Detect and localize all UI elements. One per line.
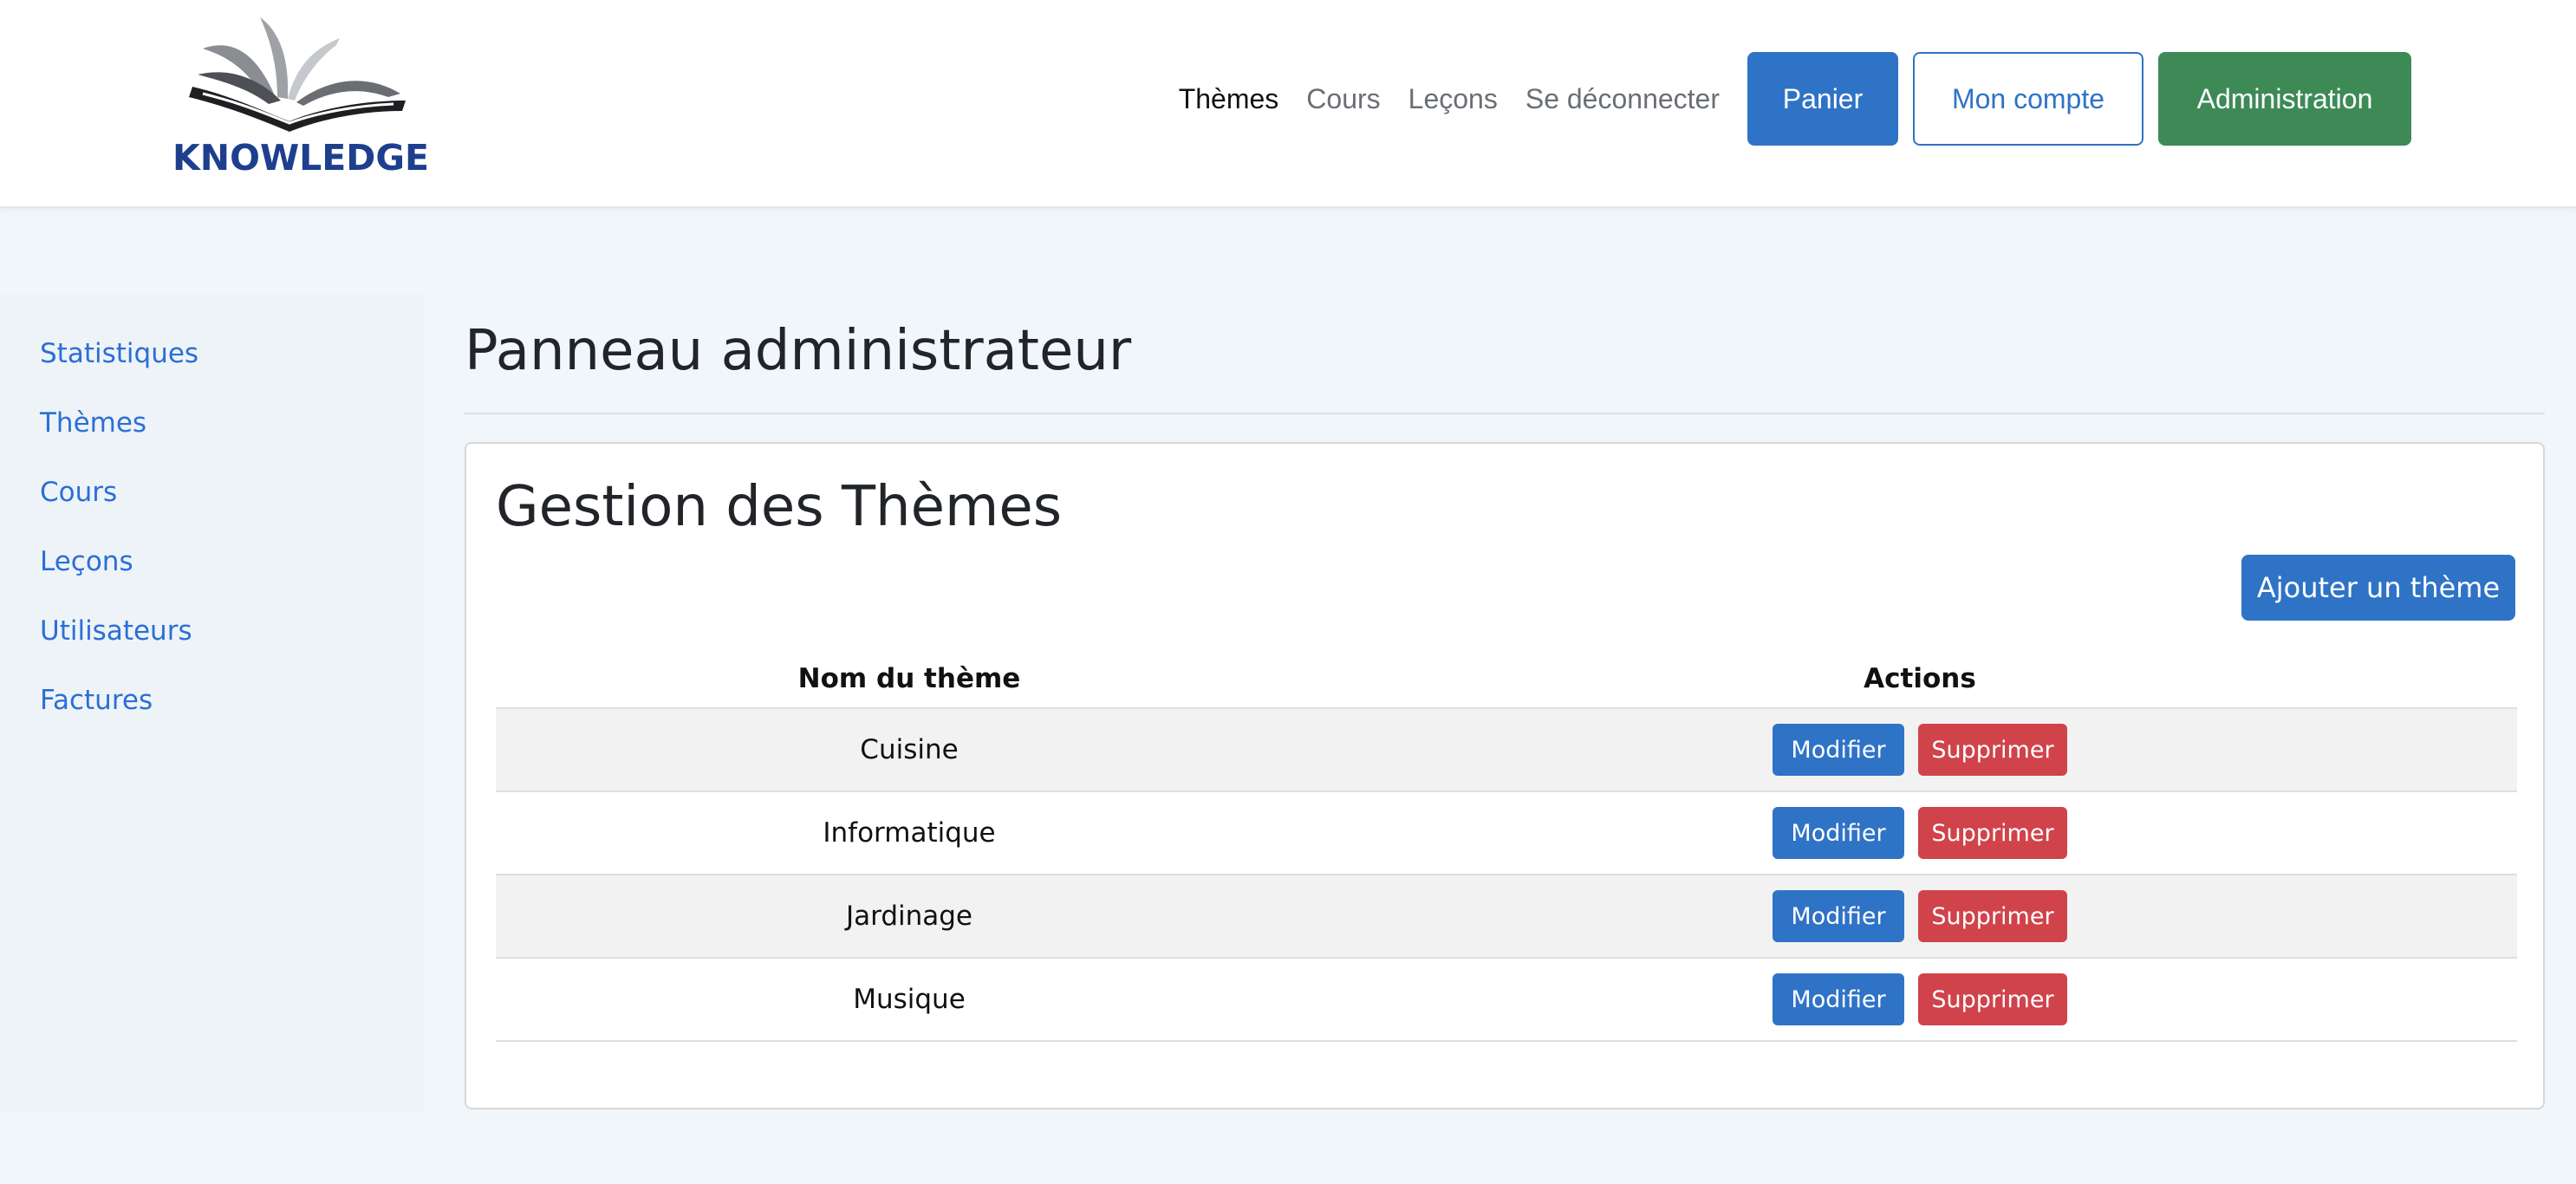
admin-sidebar: Statistiques Thèmes Cours Leçons Utilisa… bbox=[0, 295, 425, 1111]
actions-cell: Modifier Supprimer bbox=[1323, 792, 2517, 874]
delete-button[interactable]: Supprimer bbox=[1918, 807, 2067, 859]
column-header-name: Nom du thème bbox=[797, 663, 1021, 694]
table-row: Informatique Modifier Supprimer bbox=[496, 792, 2517, 875]
sidebar-item-factures[interactable]: Factures bbox=[40, 685, 153, 716]
edit-button[interactable]: Modifier bbox=[1773, 890, 1904, 942]
actions-cell: Modifier Supprimer bbox=[1323, 709, 2517, 790]
delete-button[interactable]: Supprimer bbox=[1918, 973, 2067, 1025]
sidebar-item-statistiques[interactable]: Statistiques bbox=[40, 338, 198, 369]
open-book-icon bbox=[189, 17, 406, 132]
main-nav: Thèmes Cours Leçons Se déconnecter Panie… bbox=[1179, 52, 2411, 146]
cart-button[interactable]: Panier bbox=[1747, 52, 1898, 146]
table-header: Nom du thème Actions bbox=[496, 650, 2517, 709]
delete-button[interactable]: Supprimer bbox=[1918, 724, 2067, 776]
nav-link-themes[interactable]: Thèmes bbox=[1179, 83, 1279, 115]
column-header-actions: Actions bbox=[1864, 663, 1976, 694]
theme-name-cell: Jardinage bbox=[845, 901, 973, 932]
edit-button[interactable]: Modifier bbox=[1773, 973, 1904, 1025]
my-account-button[interactable]: Mon compte bbox=[1913, 52, 2143, 146]
page-title: Panneau administrateur bbox=[465, 319, 1132, 383]
theme-name-cell: Cuisine bbox=[860, 734, 959, 765]
title-divider bbox=[465, 413, 2545, 414]
nav-link-logout[interactable]: Se déconnecter bbox=[1525, 83, 1720, 115]
administration-button[interactable]: Administration bbox=[2158, 52, 2411, 146]
sidebar-item-utilisateurs[interactable]: Utilisateurs bbox=[40, 615, 192, 647]
theme-name-cell: Musique bbox=[853, 984, 966, 1015]
sidebar-item-lecons[interactable]: Leçons bbox=[40, 546, 133, 577]
top-navbar: KNOWLEDGE Thèmes Cours Leçons Se déconne… bbox=[0, 0, 2576, 208]
nav-link-lecons[interactable]: Leçons bbox=[1408, 83, 1498, 115]
table-row: Cuisine Modifier Supprimer bbox=[496, 709, 2517, 792]
nav-link-cours[interactable]: Cours bbox=[1306, 83, 1380, 115]
sidebar-item-themes[interactable]: Thèmes bbox=[40, 407, 146, 439]
themes-table: Nom du thème Actions Cuisine Modifier Su… bbox=[496, 650, 2517, 1042]
table-row: Musique Modifier Supprimer bbox=[496, 959, 2517, 1042]
card-title: Gestion des Thèmes bbox=[496, 475, 1063, 539]
table-row: Jardinage Modifier Supprimer bbox=[496, 875, 2517, 959]
edit-button[interactable]: Modifier bbox=[1773, 724, 1904, 776]
knowledge-logo[interactable]: KNOWLEDGE bbox=[166, 14, 435, 179]
themes-management-card: Gestion des Thèmes Ajouter un thème Nom … bbox=[465, 442, 2545, 1109]
delete-button[interactable]: Supprimer bbox=[1918, 890, 2067, 942]
logo-wordmark: KNOWLEDGE bbox=[172, 137, 429, 179]
actions-cell: Modifier Supprimer bbox=[1323, 875, 2517, 957]
theme-name-cell: Informatique bbox=[823, 817, 996, 849]
actions-cell: Modifier Supprimer bbox=[1323, 959, 2517, 1040]
sidebar-item-cours[interactable]: Cours bbox=[40, 477, 117, 508]
add-theme-button[interactable]: Ajouter un thème bbox=[2241, 555, 2515, 621]
edit-button[interactable]: Modifier bbox=[1773, 807, 1904, 859]
